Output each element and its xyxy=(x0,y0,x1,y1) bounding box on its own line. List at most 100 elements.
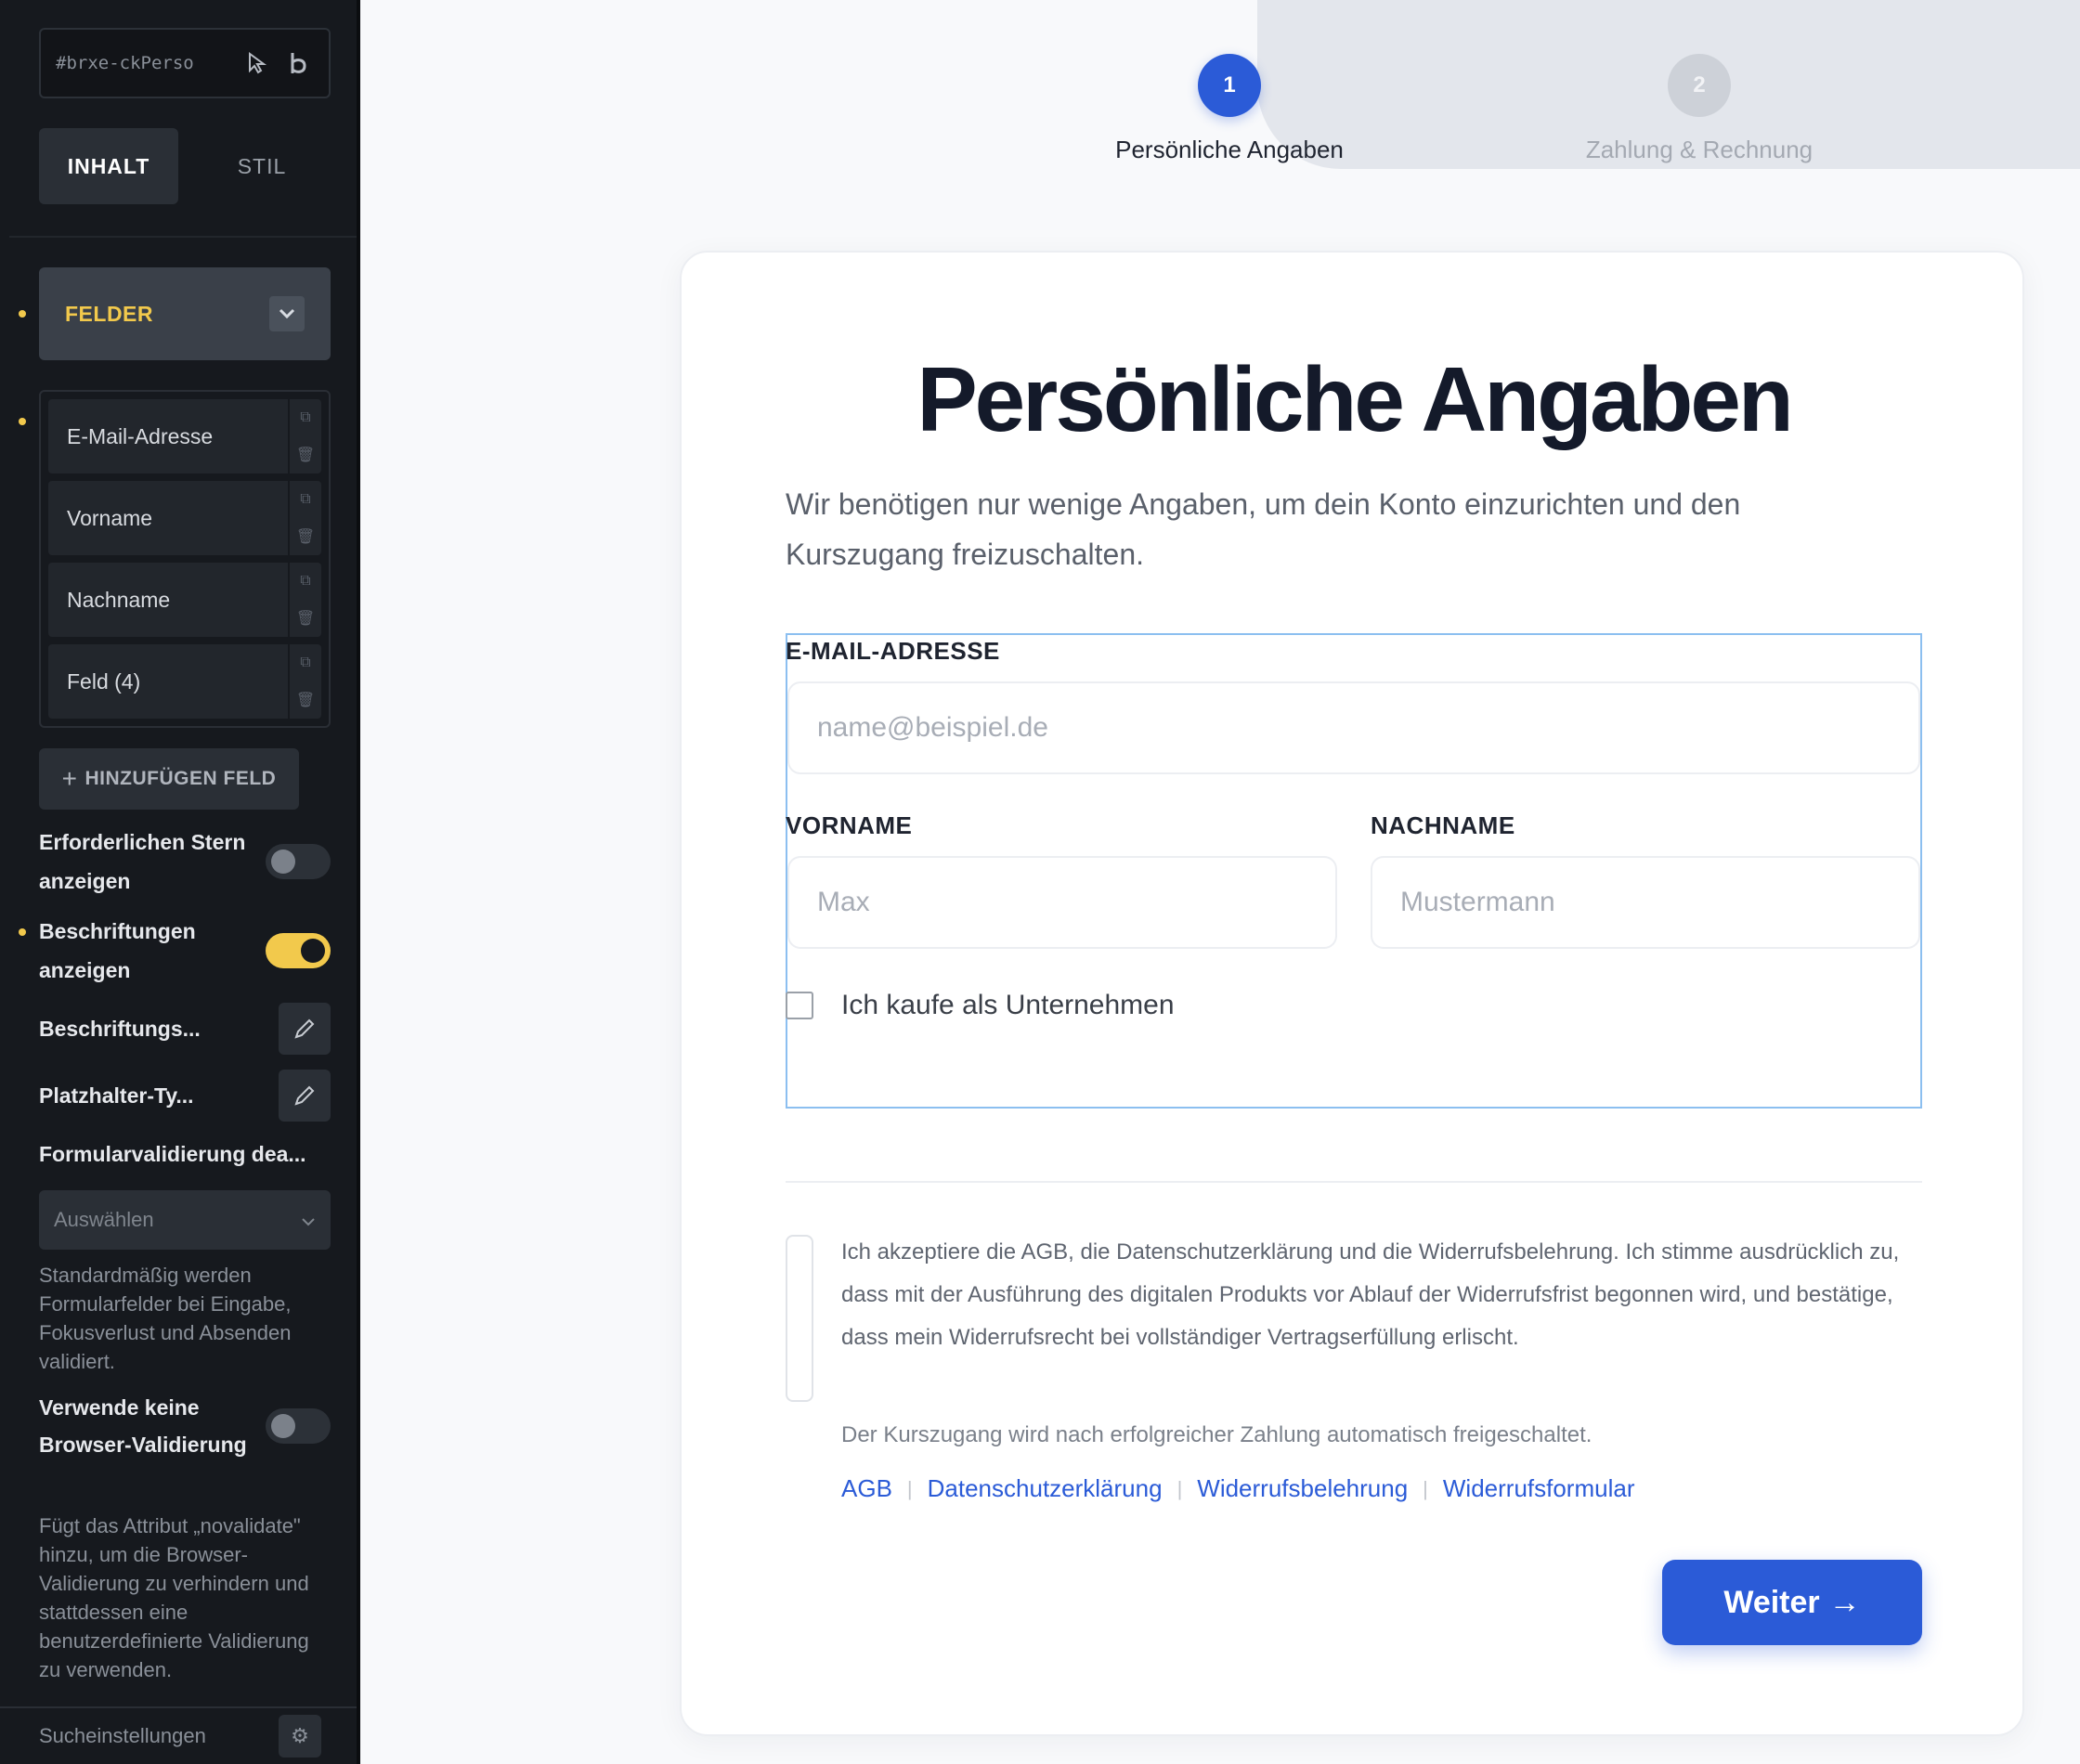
lastname-label: NACHNAME xyxy=(1371,811,1515,839)
field-item-label: Nachname xyxy=(67,587,171,612)
field-item-actions: ⧉ 🗑 xyxy=(288,481,321,555)
email-label: E-MAIL-ADRESSE xyxy=(786,637,1000,665)
no-browser-validation-toggle[interactable] xyxy=(266,1408,331,1444)
builder-sidebar: #brxe-ckPerso INHALT STIL FELDER E-Mail-… xyxy=(0,0,360,1764)
duplicate-icon[interactable]: ⧉ xyxy=(300,655,310,671)
field-item-vorname[interactable]: Vorname ⧉ 🗑 xyxy=(48,481,321,555)
changed-indicator-dot xyxy=(19,310,26,318)
field-item-label: Vorname xyxy=(67,505,153,530)
chevron-down-icon xyxy=(301,1208,316,1232)
link-widerrufsformular[interactable]: Widerrufsformular xyxy=(1443,1474,1635,1503)
step-2[interactable]: 2 Zahlung & Rechnung xyxy=(1514,54,1885,164)
section-divider xyxy=(786,1181,1922,1183)
step-number: 2 xyxy=(1668,54,1731,117)
required-star-toggle[interactable] xyxy=(266,844,331,879)
arrow-right-icon: → xyxy=(1828,1584,1861,1620)
lastname-placeholder: Mustermann xyxy=(1400,887,1555,917)
step-label: Zahlung & Rechnung xyxy=(1585,136,1814,163)
validation-label: Formularvalidierung dea... xyxy=(39,1142,306,1166)
validation-select[interactable]: Auswählen xyxy=(39,1190,331,1250)
placeholder-type-control: Platzhalter-Ty... xyxy=(39,1070,331,1122)
plus-icon: + xyxy=(61,764,78,793)
link-widerrufsbelehrung[interactable]: Widerrufsbelehrung xyxy=(1197,1474,1408,1503)
field-item-feld-4[interactable]: Feld (4) ⧉ 🗑 xyxy=(48,644,321,719)
add-field-button[interactable]: + HINZUFÜGEN FELD xyxy=(39,748,299,810)
changed-indicator-dot xyxy=(19,418,26,425)
field-item-actions: ⧉ 🗑 xyxy=(288,644,321,719)
no-browser-validation-label: Verwende keine Browser-Validierung xyxy=(39,1395,247,1457)
required-star-control: Erforderlichen Stern anzeigen xyxy=(39,823,331,901)
placeholder-type-label: Platzhalter-Ty... xyxy=(39,1083,194,1108)
link-separator: | xyxy=(1423,1476,1428,1500)
next-button[interactable]: Weiter → xyxy=(1662,1560,1922,1645)
pencil-icon[interactable] xyxy=(279,1070,331,1122)
trash-icon[interactable]: 🗑 xyxy=(296,691,315,709)
lastname-field[interactable]: Mustermann xyxy=(1371,856,1920,949)
validation-select-value: Auswählen xyxy=(54,1208,154,1231)
cursor-icon[interactable] xyxy=(241,47,273,79)
search-settings-row[interactable]: Sucheinstellungen ⚙ xyxy=(0,1706,357,1764)
add-field-label: HINZUFÜGEN FELD xyxy=(84,768,277,789)
step-1[interactable]: 1 Persönliche Angaben xyxy=(1044,54,1415,164)
toggle-knob xyxy=(301,939,325,963)
field-item-nachname[interactable]: Nachname ⧉ 🗑 xyxy=(48,563,321,637)
form-card: Persönliche Angaben Wir benötigen nur we… xyxy=(680,251,2024,1736)
duplicate-icon[interactable]: ⧉ xyxy=(300,409,310,426)
trash-icon[interactable]: 🗑 xyxy=(296,446,315,464)
link-agb[interactable]: AGB xyxy=(841,1474,892,1503)
group-label: FELDER xyxy=(65,301,153,326)
email-field[interactable]: name@beispiel.de xyxy=(787,681,1920,774)
field-item-email[interactable]: E-Mail-Adresse ⧉ 🗑 xyxy=(48,399,321,473)
next-button-label: Weiter xyxy=(1723,1584,1820,1620)
element-selector[interactable]: #brxe-ckPerso xyxy=(39,28,331,98)
duplicate-icon[interactable]: ⧉ xyxy=(300,573,310,590)
pencil-icon[interactable] xyxy=(279,1003,331,1055)
group-header-felder[interactable]: FELDER xyxy=(39,267,331,360)
firstname-field[interactable]: Max xyxy=(787,856,1337,949)
bold-icon[interactable] xyxy=(282,47,314,79)
page-title: Persönliche Angaben xyxy=(916,348,1793,450)
email-placeholder: name@beispiel.de xyxy=(817,712,1048,743)
sidebar-divider xyxy=(9,236,357,238)
search-settings-label: Sucheinstellungen xyxy=(39,1724,206,1747)
show-labels-toggle[interactable] xyxy=(266,933,331,968)
label-type-label: Beschriftungs... xyxy=(39,1017,201,1041)
tab-inhalt[interactable]: INHALT xyxy=(39,128,178,204)
field-item-actions: ⧉ 🗑 xyxy=(288,399,321,473)
required-star-label: Erforderlichen Stern anzeigen xyxy=(39,830,246,893)
access-note: Der Kurszugang wird nach erfolgreicher Z… xyxy=(841,1422,1592,1447)
page-subtitle: Wir benötigen nur wenige Angaben, um dei… xyxy=(786,487,1741,571)
trash-icon[interactable]: 🗑 xyxy=(296,609,315,628)
gear-icon[interactable]: ⚙ xyxy=(279,1715,321,1758)
firstname-placeholder: Max xyxy=(817,887,870,917)
no-browser-validation-control: Verwende keine Browser-Validierung xyxy=(39,1389,331,1463)
toggle-knob xyxy=(271,850,295,874)
field-item-actions: ⧉ 🗑 xyxy=(288,563,321,637)
field-list: E-Mail-Adresse ⧉ 🗑 Vorname ⧉ 🗑 Nachname … xyxy=(39,390,331,728)
trash-icon[interactable]: 🗑 xyxy=(296,527,315,546)
show-labels-label: Beschriftungen anzeigen xyxy=(39,919,196,982)
link-datenschutz[interactable]: Datenschutzerklärung xyxy=(928,1474,1163,1503)
validation-control: Formularvalidierung dea... xyxy=(39,1135,331,1174)
step-label: Persönliche Angaben xyxy=(1115,136,1344,163)
link-separator: | xyxy=(1176,1476,1183,1500)
panel-tabs: INHALT STIL xyxy=(39,128,345,204)
show-labels-control: Beschriftungen anzeigen xyxy=(39,912,331,990)
duplicate-icon[interactable]: ⧉ xyxy=(300,491,310,508)
validation-help-text: Standardmäßig werden Formularfelder bei … xyxy=(39,1264,292,1373)
firstname-label: VORNAME xyxy=(786,811,913,839)
field-item-label: E-Mail-Adresse xyxy=(67,423,214,448)
company-checkbox-label[interactable]: Ich kaufe als Unternehmen xyxy=(841,990,1175,1021)
tab-stil[interactable]: STIL xyxy=(178,128,345,204)
legal-links: AGB | Datenschutzerklärung | Widerrufsbe… xyxy=(841,1474,1634,1503)
company-checkbox[interactable] xyxy=(786,992,813,1019)
selector-text: #brxe-ckPerso xyxy=(56,53,194,73)
toggle-knob xyxy=(271,1414,295,1438)
novalidate-help-text: Fügt das Attribut „novalidate" hinzu, um… xyxy=(39,1514,309,1681)
step-number: 1 xyxy=(1198,54,1261,117)
field-item-label: Feld (4) xyxy=(67,668,141,694)
link-separator: | xyxy=(906,1476,913,1500)
chevron-down-icon[interactable] xyxy=(269,296,305,331)
legal-consent-text: Ich akzeptiere die AGB, die Datenschutze… xyxy=(841,1239,1900,1350)
legal-consent-checkbox[interactable] xyxy=(786,1235,813,1402)
